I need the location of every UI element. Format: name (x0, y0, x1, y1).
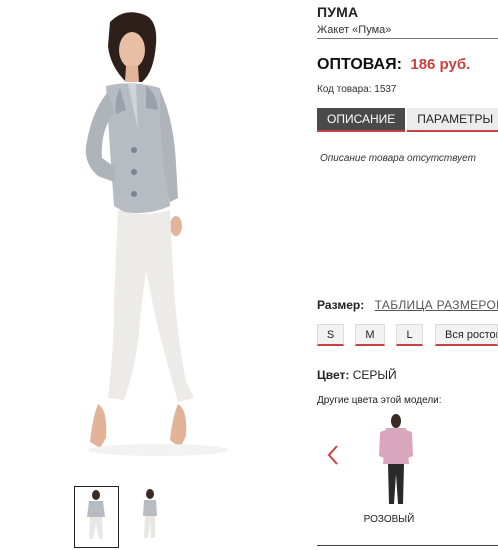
thumbnail-strip (74, 486, 244, 550)
color-label: Цвет: (317, 368, 350, 382)
description-text: Описание товара отсутствует (320, 153, 476, 164)
product-title: ПУМА (317, 4, 359, 20)
size-option-m[interactable]: M (355, 324, 385, 346)
price-row: ОПТОВАЯ: 186 руб. (317, 56, 470, 74)
product-subtitle: Жакет «Пума» (317, 24, 392, 36)
price-value: 186 руб. (410, 56, 471, 73)
size-label: Размер: (317, 298, 365, 312)
thumbnail-front[interactable] (74, 486, 119, 548)
size-option-s[interactable]: S (317, 324, 344, 346)
product-main-photo[interactable] (28, 0, 290, 478)
tab-parameters[interactable]: ПАРАМЕТРЫ (407, 108, 498, 132)
size-option-l[interactable]: L (396, 324, 423, 346)
chevron-left-icon[interactable] (326, 444, 340, 466)
divider (317, 545, 498, 546)
color-variant-pink-photo[interactable] (376, 412, 416, 510)
color-value: СЕРЫЙ (352, 368, 397, 382)
tab-description[interactable]: ОПИСАНИЕ (317, 108, 406, 132)
size-table-link[interactable]: ТАБЛИЦА РАЗМЕРОВ (375, 298, 498, 312)
thumbnail-side[interactable] (128, 486, 173, 548)
product-tabs: ОПИСАНИЕ ПАРАМЕТРЫ (317, 108, 498, 132)
other-colors-label: Другие цвета этой модели: (317, 395, 442, 406)
size-option-full-range[interactable]: Вся ростовка (435, 324, 498, 346)
price-label: ОПТОВАЯ: (317, 56, 402, 73)
color-row: Цвет: СЕРЫЙ (317, 368, 397, 382)
color-variant-label: РОЗОВЫЙ (363, 514, 415, 525)
divider (317, 38, 498, 39)
product-sku: Код товара: 1537 (317, 84, 397, 95)
size-row: Размер: ТАБЛИЦА РАЗМЕРОВ (317, 296, 498, 314)
